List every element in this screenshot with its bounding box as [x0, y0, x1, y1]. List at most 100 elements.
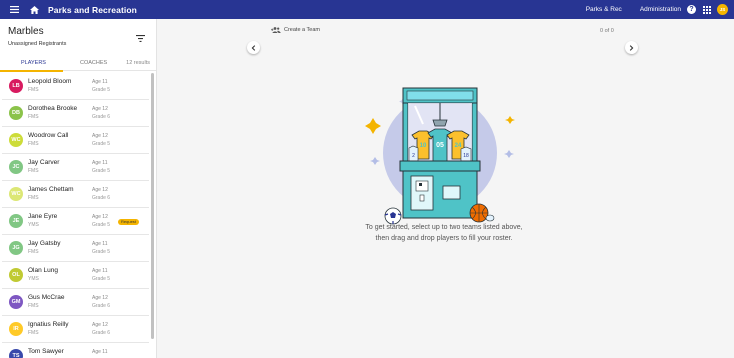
app-title: Parks and Recreation [48, 4, 137, 15]
player-grade: Grade 5 [92, 87, 111, 93]
player-school: FMS [28, 195, 39, 201]
player-row[interactable]: IR Ignatius Reilly FMS Age 12 Grade 6 [2, 316, 149, 343]
player-school: FMS [28, 87, 39, 93]
player-grade: Grade 5 [92, 168, 111, 174]
player-school: YMS [28, 222, 39, 228]
team-builder-area: Create a Team 0 of 0 10 05 24 2 18 To ge… [158, 19, 734, 358]
player-row[interactable]: GM Gus McCrae FMS Age 12 Grade 6 [2, 289, 149, 316]
player-school: FMS [28, 141, 39, 147]
player-name: Woodrow Call [28, 132, 69, 139]
add-group-icon [271, 27, 281, 33]
player-age: Age 12 [92, 187, 108, 193]
hint-line-1: To get started, select up to two teams l… [365, 224, 523, 231]
player-age: Age 12 [92, 322, 108, 328]
sidebar-tabs: PLAYERS COACHES 12 results [0, 57, 156, 72]
tab-players[interactable]: PLAYERS [21, 60, 46, 66]
player-age: Age 12 [92, 295, 108, 301]
player-age: Age 11 [92, 241, 108, 247]
chevron-right-icon [629, 44, 634, 51]
empty-state-hint: To get started, select up to two teams l… [344, 222, 544, 244]
player-age: Age 11 [92, 79, 108, 85]
next-team-button[interactable] [625, 41, 638, 54]
player-school: YMS [28, 276, 39, 282]
player-age: Age 11 [92, 349, 108, 355]
player-avatar: GM [9, 295, 23, 309]
player-avatar: JG [9, 241, 23, 255]
player-age: Age 12 [92, 106, 108, 112]
user-avatar[interactable]: JS [717, 4, 728, 15]
player-name: Olan Lung [28, 267, 58, 274]
player-age: Age 11 [92, 268, 108, 274]
player-row[interactable]: JG Jay Gatsby FMS Age 11 Grade 5 [2, 235, 149, 262]
player-avatar: JE [9, 214, 23, 228]
top-right-actions: Parks & Rec Administration ? JS [586, 4, 734, 15]
sidebar-scrollbar[interactable] [151, 73, 154, 339]
claw-machine-illustration: 10 05 24 2 18 [365, 87, 515, 225]
svg-text:24: 24 [455, 143, 462, 149]
player-age: Age 12 [92, 133, 108, 139]
player-row[interactable]: JE Jane Eyre YMS Age 12 Grade 5 Request [2, 208, 149, 235]
player-grade: Grade 5 [92, 141, 111, 147]
help-icon[interactable]: ? [687, 5, 696, 14]
player-avatar: JC [9, 160, 23, 174]
svg-text:10: 10 [420, 143, 427, 149]
player-name: Ignatius Reilly [28, 321, 69, 328]
player-grade: Grade 5 [92, 276, 111, 282]
top-app-bar: Parks and Recreation Parks & Rec Adminis… [0, 0, 734, 19]
player-school: FMS [28, 114, 39, 120]
player-name: Gus McCrae [28, 294, 65, 301]
team-page-counter: 0 of 0 [600, 28, 614, 34]
player-row[interactable]: TS Tom Sawyer Age 11 [2, 343, 149, 358]
previous-team-button[interactable] [247, 41, 260, 54]
hint-line-2: then drag and drop players to fill your … [375, 235, 513, 242]
player-grade: Grade 5 [92, 249, 111, 255]
apps-grid-icon[interactable] [702, 5, 712, 14]
svg-text:05: 05 [436, 142, 444, 149]
filter-icon[interactable] [136, 29, 145, 42]
player-avatar: IR [9, 322, 23, 336]
player-grade: Grade 6 [92, 303, 111, 309]
request-badge: Request [118, 219, 139, 225]
player-name: Leopold Bloom [28, 78, 72, 85]
player-row[interactable]: DB Dorothea Brooke FMS Age 12 Grade 6 [2, 100, 149, 127]
player-grade: Grade 6 [92, 330, 111, 336]
menu-icon[interactable] [9, 6, 20, 13]
group-title: Marbles [8, 26, 44, 37]
tab-coaches[interactable]: COACHES [80, 60, 107, 66]
svg-text:18: 18 [463, 153, 469, 159]
player-avatar: WC [9, 187, 23, 201]
player-age: Age 12 [92, 214, 108, 220]
home-icon[interactable] [29, 5, 40, 14]
active-tab-indicator [0, 70, 63, 72]
player-avatar: WC [9, 133, 23, 147]
player-name: Jay Carver [28, 159, 60, 166]
svg-text:2: 2 [412, 153, 415, 159]
player-avatar: DB [9, 106, 23, 120]
player-row[interactable]: WC James Chettam FMS Age 12 Grade 6 [2, 181, 149, 208]
player-school: FMS [28, 303, 39, 309]
player-school: FMS [28, 168, 39, 174]
player-name: Jay Gatsby [28, 240, 61, 247]
group-subtitle: Unassigned Registrants [8, 41, 67, 47]
player-age: Age 11 [92, 160, 108, 166]
player-grade: Grade 6 [92, 195, 111, 201]
player-row[interactable]: WC Woodrow Call FMS Age 12 Grade 5 [2, 127, 149, 154]
create-team-button[interactable]: Create a Team [271, 27, 320, 33]
player-school: FMS [28, 249, 39, 255]
player-row[interactable]: JC Jay Carver FMS Age 11 Grade 5 [2, 154, 149, 181]
player-school: FMS [28, 330, 39, 336]
org-switcher[interactable]: Parks & Rec [586, 6, 622, 13]
create-team-label: Create a Team [284, 27, 320, 33]
player-row[interactable]: OL Olan Lung YMS Age 11 Grade 5 [2, 262, 149, 289]
player-name: James Chettam [28, 186, 74, 193]
player-grade: Grade 6 [92, 114, 111, 120]
player-avatar: OL [9, 268, 23, 282]
administration-link[interactable]: Administration [640, 6, 681, 13]
results-count: 12 results [126, 60, 150, 66]
player-avatar: LB [9, 79, 23, 93]
chevron-left-icon [251, 44, 256, 51]
registrants-sidebar: Marbles Unassigned Registrants PLAYERS C… [0, 19, 157, 358]
player-list: LB Leopold Bloom FMS Age 11 Grade 5 DB Dorothe… [2, 73, 149, 358]
player-row[interactable]: LB Leopold Bloom FMS Age 11 Grade 5 [2, 73, 149, 100]
player-name: Tom Sawyer [28, 348, 64, 355]
